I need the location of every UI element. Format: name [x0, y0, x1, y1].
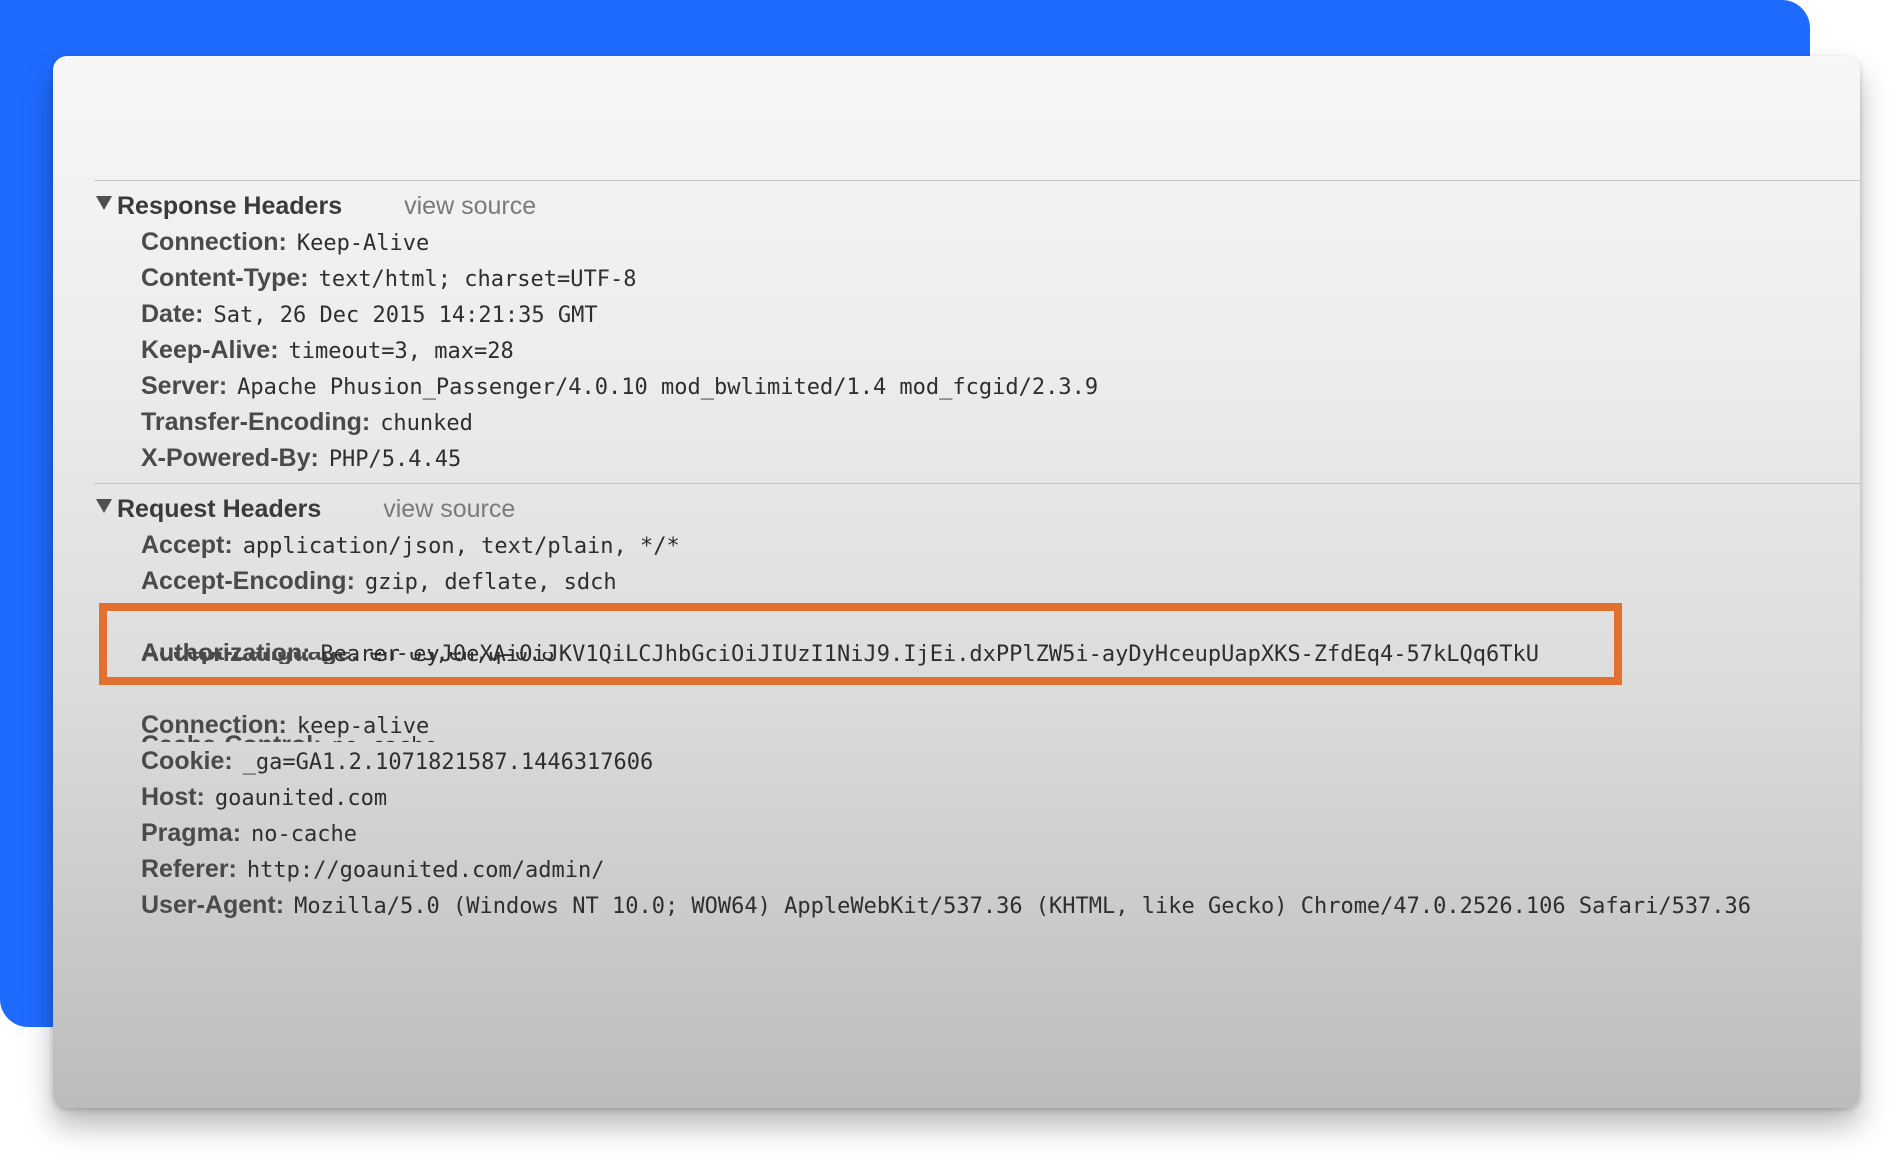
request-headers-header[interactable]: Request Headers view source	[96, 493, 515, 525]
header-value: Sat, 26 Dec 2015 14:21:35 GMT	[213, 303, 598, 328]
response-header-row: Content-Type: text/html; charset=UTF-8	[141, 264, 636, 296]
header-value: text/html; charset=UTF-8	[318, 267, 637, 292]
header-value: http://goaunited.com/admin/	[246, 858, 605, 883]
header-name: Cookie:	[141, 747, 233, 775]
header-name: Accept:	[141, 531, 233, 559]
header-name: Connection:	[141, 711, 287, 739]
header-value: Keep-Alive	[296, 231, 430, 256]
header-name: User-Agent:	[141, 891, 285, 919]
response-header-row: Server: Apache Phusion_Passenger/4.0.10 …	[141, 372, 1098, 404]
header-value: Mozilla/5.0 (Windows NT 10.0; WOW64) App…	[294, 894, 1752, 919]
response-headers-title[interactable]: Response Headers	[117, 192, 342, 221]
header-name: Accept-Encoding:	[141, 567, 355, 595]
header-name: Referer:	[141, 855, 237, 883]
header-name: Authorization:	[141, 639, 311, 667]
collapse-triangle-icon[interactable]	[96, 499, 112, 513]
devtools-headers-panel: Response Headers view source Connection:…	[53, 56, 1860, 1108]
response-header-row: Connection: Keep-Alive	[141, 228, 429, 260]
header-value: goaunited.com	[214, 786, 388, 811]
header-name: Transfer-Encoding:	[141, 408, 371, 436]
request-header-row: Accept: application/json, text/plain, */…	[141, 531, 680, 563]
request-header-row: Referer: http://goaunited.com/admin/	[141, 855, 605, 887]
request-headers-title[interactable]: Request Headers	[117, 495, 321, 524]
header-value: application/json, text/plain, */*	[242, 534, 680, 559]
authorization-header-row: Authorization: Bearer eyJ0eXAiOiJKV1QiLC…	[141, 639, 1539, 671]
request-header-row: Connection: keep-alive	[141, 711, 429, 743]
header-value: _ga=GA1.2.1071821587.1446317606	[242, 750, 654, 775]
authorization-token-value: Bearer eyJ0eXAiOiJKV1QiLCJhbGciOiJIUzI1N…	[320, 642, 1539, 667]
header-value: keep-alive	[296, 714, 430, 739]
request-header-row: Cookie: _ga=GA1.2.1071821587.1446317606	[141, 747, 653, 779]
header-name: Pragma:	[141, 819, 242, 847]
header-value: timeout=3, max=28	[288, 339, 514, 364]
header-value: PHP/5.4.45	[328, 447, 462, 472]
header-name: Content-Type:	[141, 264, 309, 292]
top-divider	[94, 180, 1860, 181]
request-header-row: Host: goaunited.com	[141, 783, 387, 815]
header-name: Keep-Alive:	[141, 336, 279, 364]
response-view-source-link[interactable]: view source	[404, 192, 536, 221]
header-value: Apache Phusion_Passenger/4.0.10 mod_bwli…	[237, 375, 1099, 400]
header-value: chunked	[380, 411, 473, 436]
collapse-triangle-icon[interactable]	[96, 196, 112, 210]
header-name: Date:	[141, 300, 204, 328]
header-value: no-cache	[251, 822, 358, 847]
response-header-row: X-Powered-By: PHP/5.4.45	[141, 444, 461, 476]
request-view-source-link[interactable]: view source	[383, 495, 515, 524]
request-header-row: User-Agent: Mozilla/5.0 (Windows NT 10.0…	[141, 891, 1751, 923]
section-divider	[94, 483, 1860, 484]
header-name: Host:	[141, 783, 205, 811]
header-name: Server:	[141, 372, 228, 400]
request-header-row: Pragma: no-cache	[141, 819, 357, 851]
response-header-row: Transfer-Encoding: chunked	[141, 408, 473, 440]
response-headers-header[interactable]: Response Headers view source	[96, 190, 536, 222]
response-header-row: Date: Sat, 26 Dec 2015 14:21:35 GMT	[141, 300, 598, 332]
request-header-row: Accept-Encoding: gzip, deflate, sdch	[141, 567, 617, 599]
header-value: gzip, deflate, sdch	[364, 570, 617, 595]
response-header-row: Keep-Alive: timeout=3, max=28	[141, 336, 514, 368]
header-name: Connection:	[141, 228, 287, 256]
header-name: X-Powered-By:	[141, 444, 319, 472]
